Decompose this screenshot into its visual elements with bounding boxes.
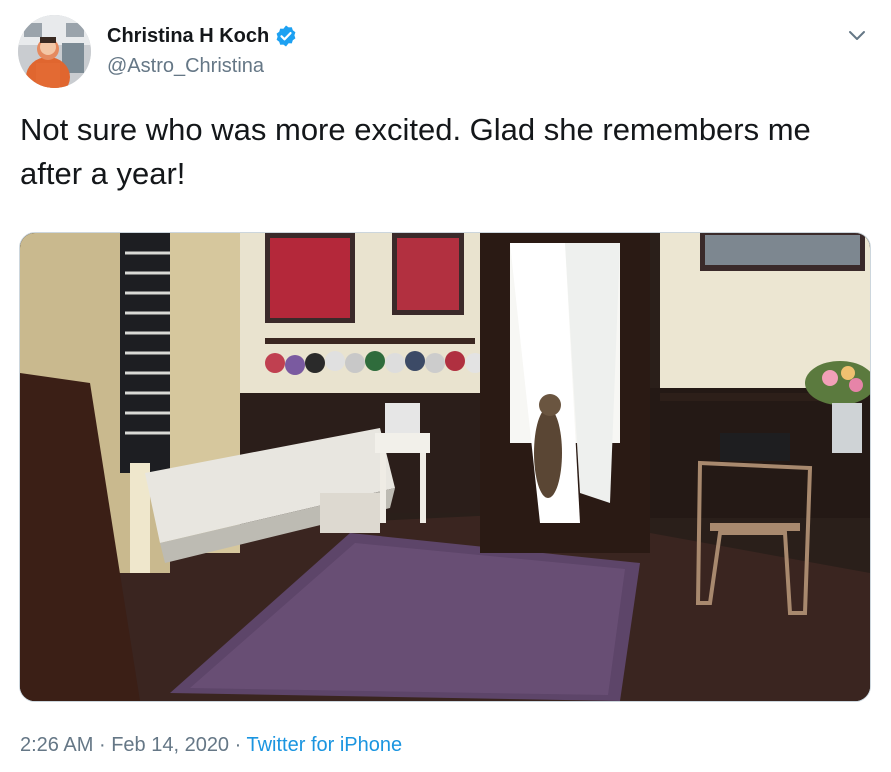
author-avatar[interactable] — [18, 15, 91, 88]
tweet-source-link[interactable]: Twitter for iPhone — [247, 734, 403, 756]
tweet-text: Not sure who was more excited. Glad she … — [20, 112, 811, 191]
author-name-row: Christina H Koch — [107, 24, 298, 48]
video-thumbnail-icon — [20, 233, 870, 701]
tweet-video[interactable] — [19, 232, 871, 702]
author-handle[interactable]: @Astro_Christina — [107, 55, 264, 78]
footer-separator: · — [98, 734, 106, 756]
tweet-footer: 2:26 AM · Feb 14, 2020 · Twitter for iPh… — [20, 734, 402, 757]
verified-badge-icon — [274, 24, 298, 48]
chevron-down-icon[interactable] — [846, 24, 868, 46]
tweet-date[interactable]: Feb 14, 2020 — [111, 734, 229, 756]
author-display-name[interactable]: Christina H Koch — [107, 25, 269, 48]
astronaut-avatar-icon — [18, 15, 91, 88]
tweet-time[interactable]: 2:26 AM — [20, 734, 93, 756]
footer-separator: · — [234, 734, 242, 756]
